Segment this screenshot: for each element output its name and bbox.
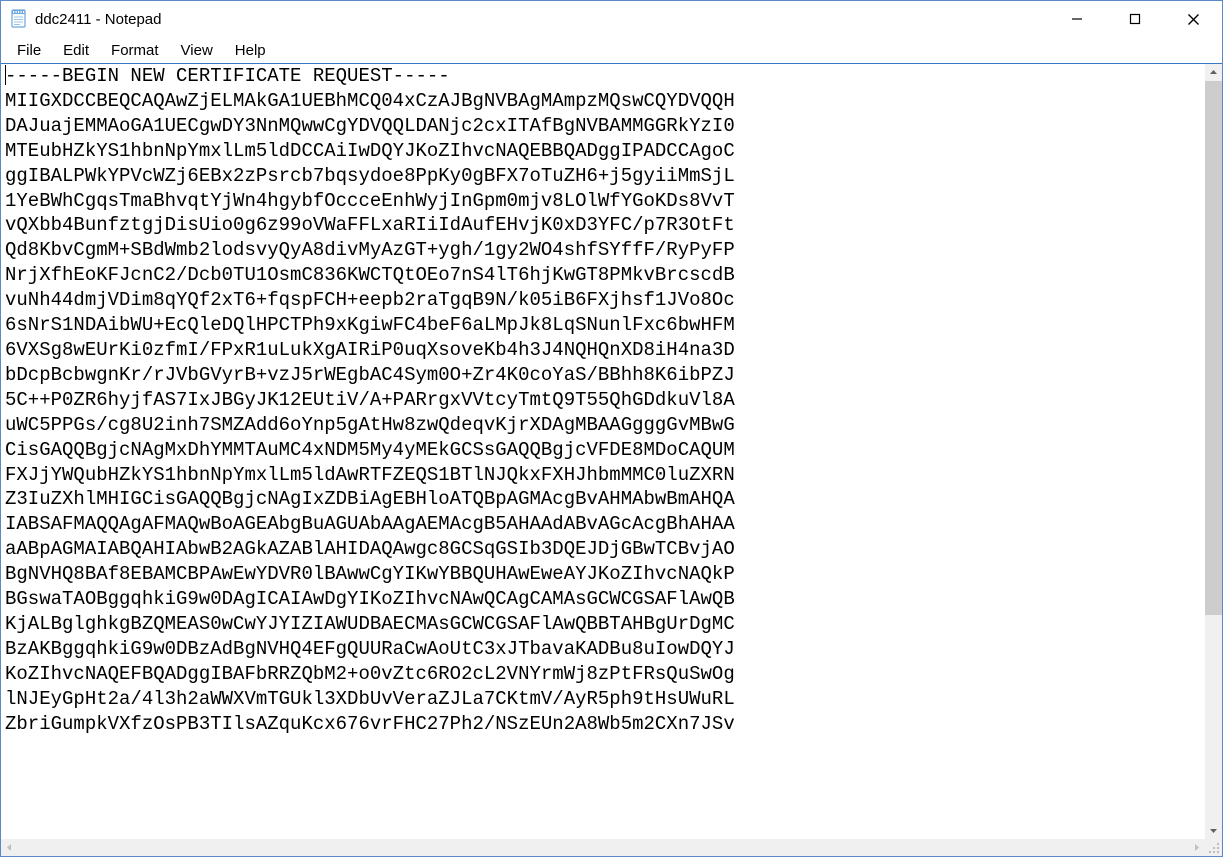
notepad-app-icon: [9, 9, 29, 29]
window-title: ddc2411 - Notepad: [35, 11, 161, 28]
menubar: File Edit Format View Help: [1, 37, 1222, 63]
menu-edit[interactable]: Edit: [53, 40, 99, 61]
menu-file[interactable]: File: [7, 40, 51, 61]
titlebar[interactable]: ddc2411 - Notepad: [1, 1, 1222, 37]
vscroll-thumb[interactable]: [1205, 81, 1222, 615]
hscroll-track[interactable]: [18, 839, 1188, 856]
minimize-button[interactable]: [1048, 1, 1106, 37]
scroll-right-icon[interactable]: [1188, 839, 1205, 856]
menu-format[interactable]: Format: [101, 40, 169, 61]
notepad-window: ddc2411 - Notepad File Edit Format View …: [0, 0, 1223, 857]
menu-help[interactable]: Help: [225, 40, 276, 61]
client-area: -----BEGIN NEW CERTIFICATE REQUEST----- …: [1, 63, 1222, 856]
close-button[interactable]: [1164, 1, 1222, 37]
scroll-down-icon[interactable]: [1205, 822, 1222, 839]
text-editor[interactable]: -----BEGIN NEW CERTIFICATE REQUEST----- …: [1, 64, 1205, 839]
scroll-up-icon[interactable]: [1205, 64, 1222, 81]
editor-container: -----BEGIN NEW CERTIFICATE REQUEST----- …: [1, 64, 1222, 839]
window-controls: [1048, 1, 1222, 37]
text-caret: [5, 65, 6, 85]
resize-grip-icon[interactable]: [1205, 839, 1222, 856]
vertical-scrollbar[interactable]: [1205, 64, 1222, 839]
maximize-button[interactable]: [1106, 1, 1164, 37]
vscroll-track[interactable]: [1205, 81, 1222, 822]
scroll-left-icon[interactable]: [1, 839, 18, 856]
horizontal-scrollbar[interactable]: [1, 839, 1222, 856]
menu-view[interactable]: View: [171, 40, 223, 61]
